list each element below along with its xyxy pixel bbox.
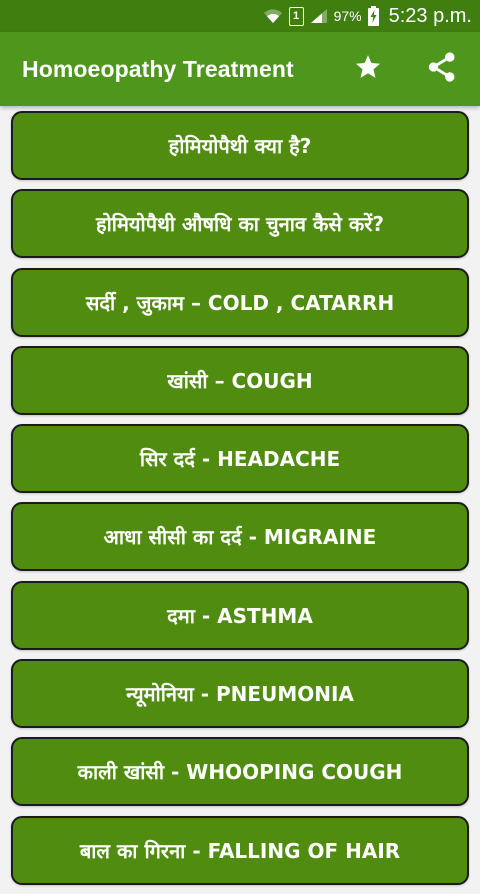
status-icons: 1 97% 5:23 p.m. bbox=[263, 0, 472, 32]
topic-list: होमियोपैथी क्या है? होमियोपैथी औषधि का च… bbox=[11, 111, 469, 894]
share-icon bbox=[425, 50, 459, 89]
battery-charging-icon bbox=[367, 6, 379, 26]
favorite-button[interactable] bbox=[348, 49, 388, 89]
wifi-icon bbox=[263, 8, 283, 24]
topic-button-cold-catarrh[interactable]: सर्दी , जुकाम – COLD , CATARRH bbox=[11, 267, 469, 337]
signal-icon bbox=[310, 8, 328, 24]
topic-button-asthma[interactable]: दमा - ASTHMA bbox=[11, 580, 469, 650]
topic-button-cough[interactable]: खांसी – COUGH bbox=[11, 345, 469, 415]
topic-button-migraine[interactable]: आधा सीसी का दर्द - MIGRAINE bbox=[11, 502, 469, 572]
clock: 5:23 p.m. bbox=[388, 4, 472, 27]
app-bar: Homoeopathy Treatment bbox=[0, 32, 480, 106]
topic-button-whooping-cough[interactable]: काली खांसी - WHOOPING COUGH bbox=[11, 737, 469, 807]
topic-button-pneumonia[interactable]: न्यूमोनिया - PNEUMONIA bbox=[11, 659, 469, 729]
battery-percent: 97% bbox=[333, 8, 362, 24]
topic-button-what-is-homeopathy[interactable]: होमियोपैथी क्या है? bbox=[11, 111, 469, 180]
star-icon bbox=[354, 53, 382, 86]
topic-button-falling-of-hair[interactable]: बाल का गिरना - FALLING OF HAIR bbox=[11, 815, 469, 885]
sim-icon: 1 bbox=[288, 6, 304, 26]
topic-button-headache[interactable]: सिर दर्द - HEADACHE bbox=[11, 424, 469, 494]
share-button[interactable] bbox=[422, 49, 462, 89]
status-bar: 1 97% 5:23 p.m. bbox=[0, 0, 480, 32]
app-title: Homoeopathy Treatment bbox=[22, 56, 294, 82]
topic-button-choosing-medicine[interactable]: होमियोपैथी औषधि का चुनाव कैसे करें? bbox=[11, 189, 469, 259]
